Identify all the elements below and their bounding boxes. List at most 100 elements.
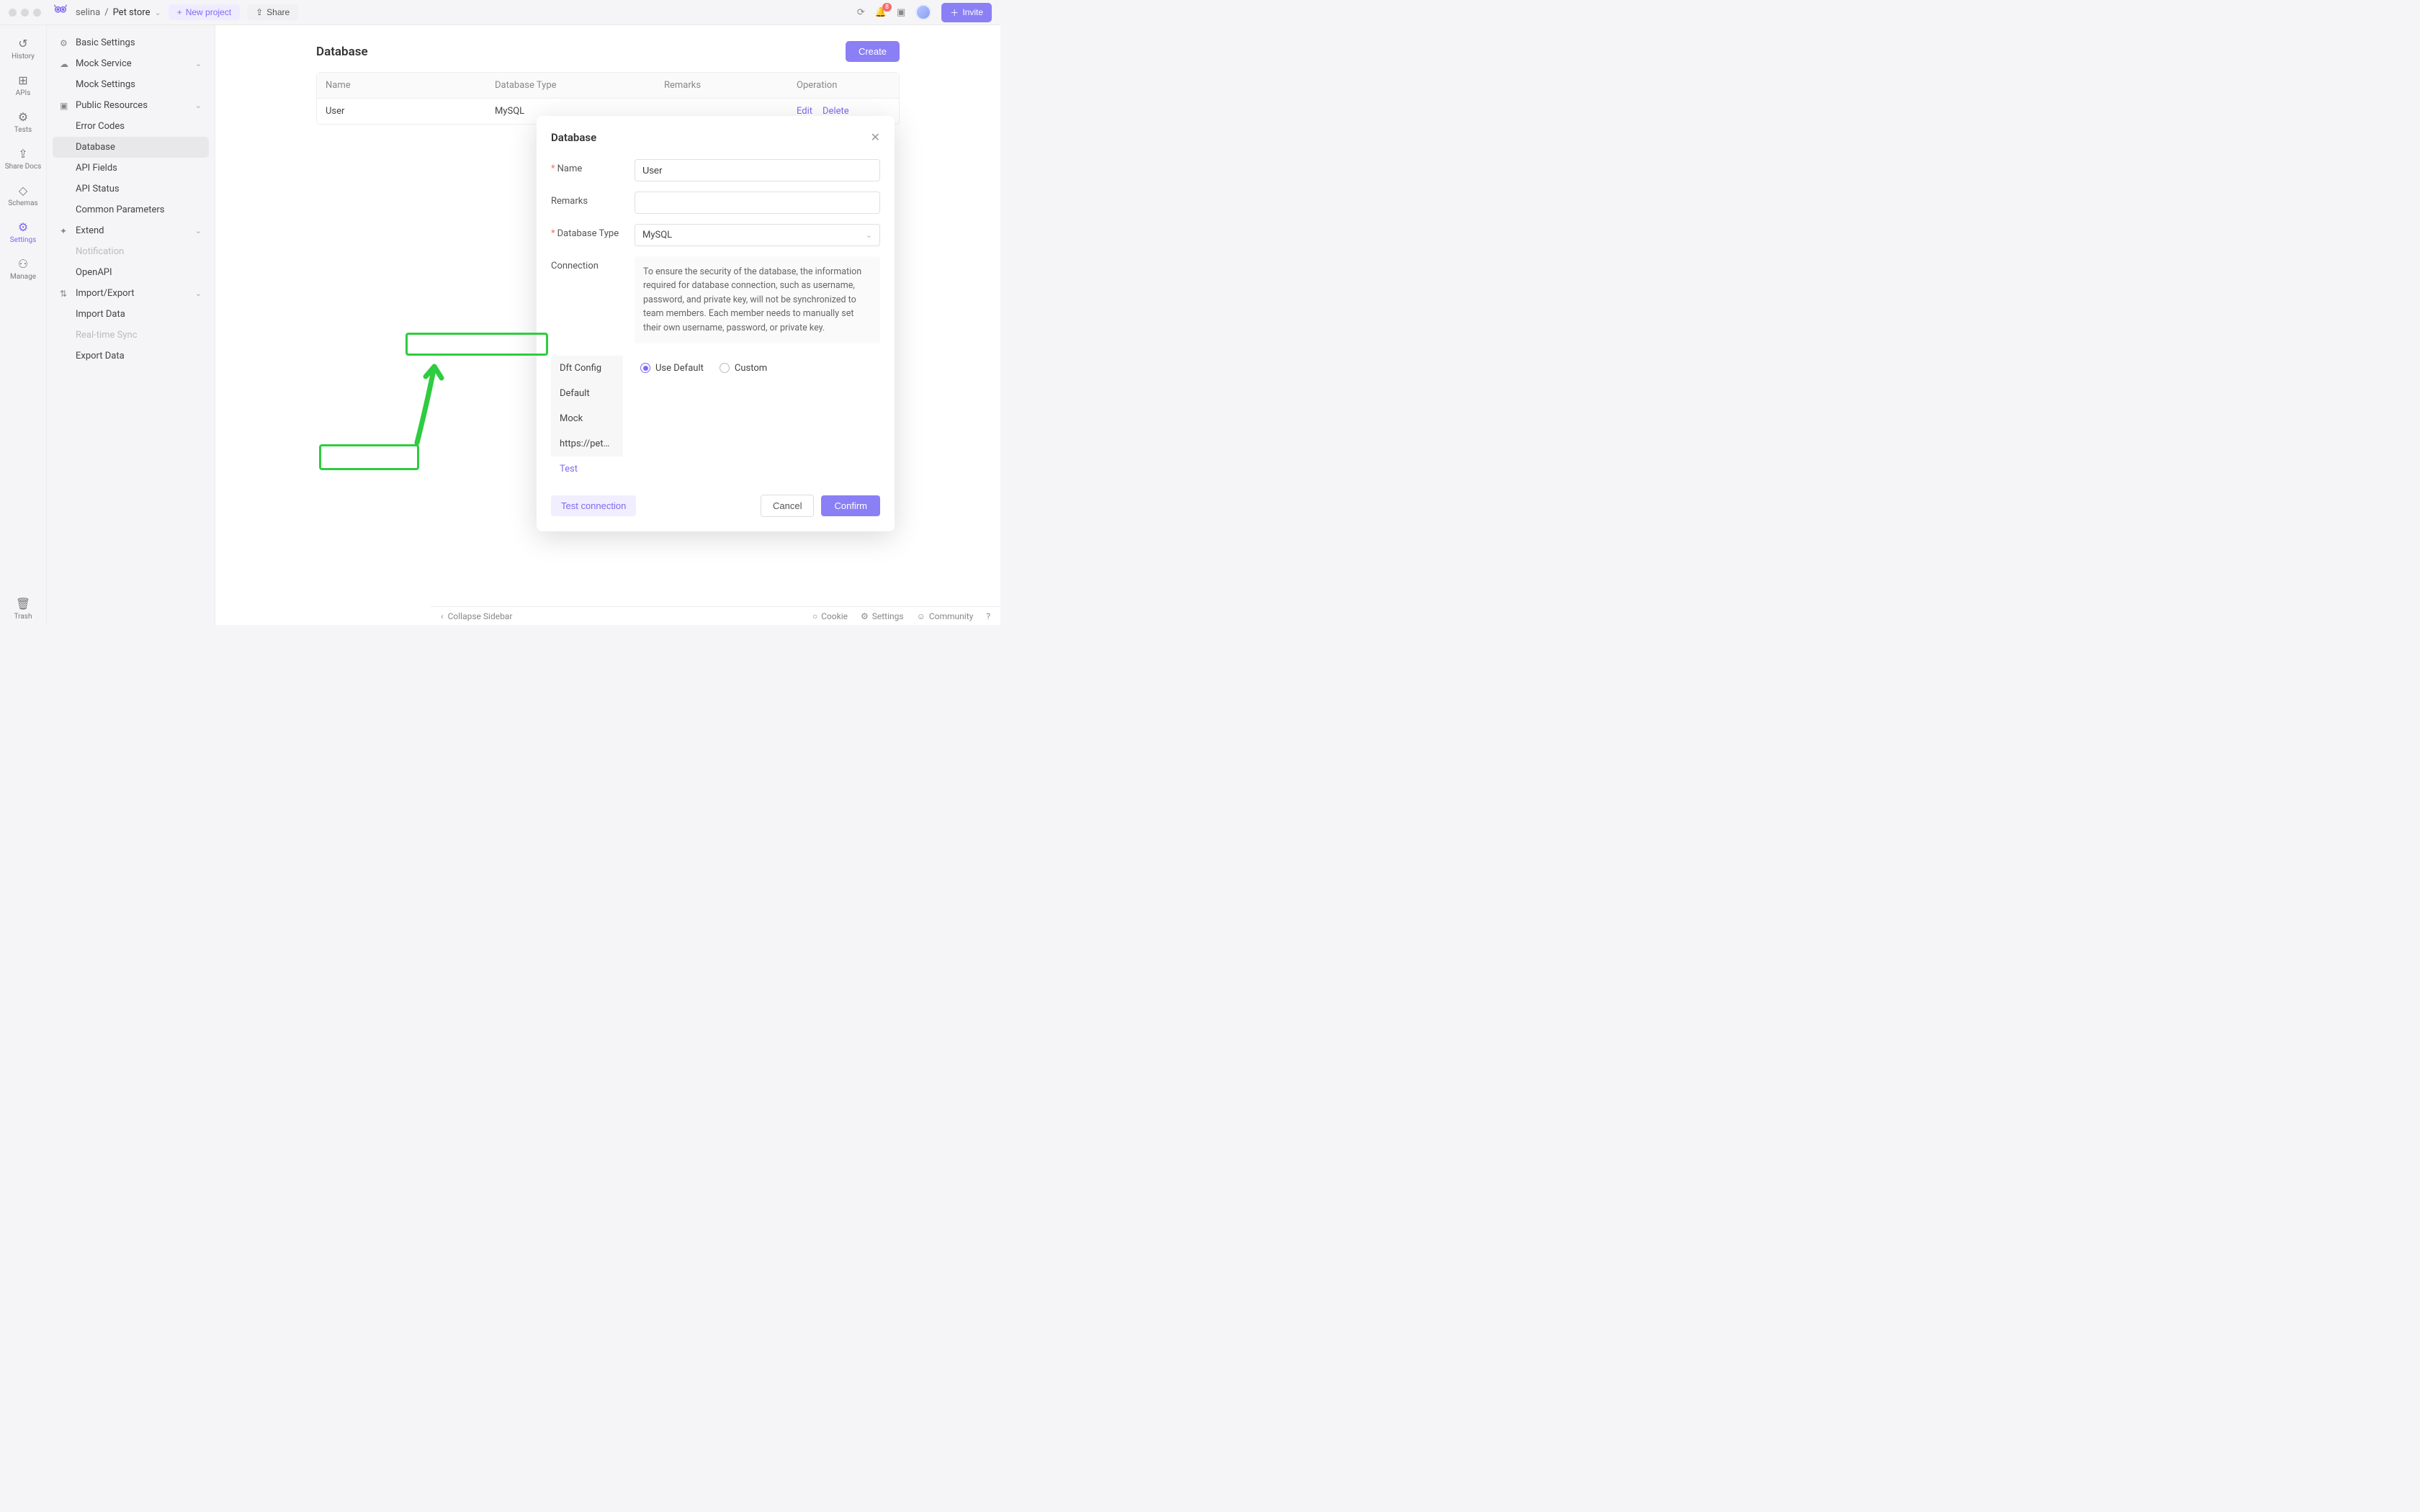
conn-tab-dft[interactable]: Dft Config [551,356,623,381]
edit-link[interactable]: Edit [797,106,812,117]
conn-tab-url[interactable]: https://pet… [551,431,623,456]
conn-tab-test[interactable]: Test [551,456,623,482]
table-header: Name Database Type Remarks Operation [317,73,899,98]
sync-icon[interactable]: ⟳ [857,7,865,18]
radio-icon [720,363,730,373]
left-rail: ↺History ⊞APIs ⚙Tests ⇪Share Docs ◇Schem… [0,25,47,625]
share-button[interactable]: ⇪ Share [247,4,298,20]
traffic-max[interactable] [33,9,41,17]
radio-custom[interactable]: Custom [720,363,767,374]
sidebar-item-mock-settings[interactable]: Mock Settings [53,74,209,95]
dbtype-select[interactable]: MySQL ⌄ [635,224,880,246]
rail-settings[interactable]: ⚙Settings [4,216,42,248]
cookie-icon: ○ [812,611,817,621]
radio-use-default[interactable]: Use Default [640,363,704,374]
bell-icon[interactable]: 🔔8 [875,7,887,18]
invite-button[interactable]: ＋ Invite [941,3,992,22]
cell-type: MySQL [495,106,664,117]
sidebar-item-export-data[interactable]: Export Data [53,346,209,366]
breadcrumb-sep: / [104,7,108,18]
apis-icon: ⊞ [18,73,27,87]
breadcrumb-account[interactable]: selina [76,7,100,18]
tests-icon: ⚙ [18,110,28,124]
share-label: Share [266,7,290,17]
cloud-icon: ☁ [60,59,70,69]
col-operation: Operation [797,80,890,91]
import-icon: ⇅ [60,289,70,299]
chevron-down-icon: ⌄ [866,230,872,240]
sidebar-item-notification: Notification [53,241,209,262]
remarks-input[interactable] [635,192,880,214]
annotation-arrow [403,356,446,450]
col-type: Database Type [495,80,664,91]
sidebar-item-import-export[interactable]: ⇅Import/Export⌄ [53,283,209,304]
sidebar-item-public-resources[interactable]: ▣Public Resources⌄ [53,95,209,116]
conn-tab-default[interactable]: Default [551,381,623,406]
share-icon: ⇪ [256,7,263,17]
rail-schemas[interactable]: ◇Schemas [4,179,42,212]
close-icon[interactable]: ✕ [871,130,880,144]
sidebar-item-common-parameters[interactable]: Common Parameters [53,199,209,220]
create-button[interactable]: Create [846,41,900,62]
rail-manage[interactable]: ⚇Manage [4,253,42,285]
rail-history[interactable]: ↺History [4,32,42,65]
annotation-highlight-test-tab [319,444,419,470]
sharedocs-icon: ⇪ [18,147,27,161]
footer-cookie[interactable]: ○Cookie [812,611,848,621]
traffic-min[interactable] [21,9,29,17]
history-icon: ↺ [18,37,27,50]
collapse-sidebar-button[interactable]: ‹ Collapse Sidebar [441,611,512,621]
avatar[interactable] [915,4,931,20]
label-connection: Connection [551,261,599,271]
chevron-down-icon: ⌄ [195,226,202,235]
sidebar-item-extend[interactable]: ✦Extend⌄ [53,220,209,241]
cube-icon: ▣ [60,101,70,111]
sidebar-item-openapi[interactable]: OpenAPI [53,262,209,283]
connection-radio-group: Use Default Custom [636,360,880,377]
dbtype-value: MySQL [642,230,672,240]
cell-name: User [326,106,495,117]
cancel-button[interactable]: Cancel [761,495,814,517]
new-project-button[interactable]: + New project [169,4,240,20]
rail-sharedocs[interactable]: ⇪Share Docs [4,143,42,175]
col-remarks: Remarks [664,80,797,91]
test-connection-button[interactable]: Test connection [551,495,636,516]
annotation-highlight-radio [405,333,548,356]
delete-link[interactable]: Delete [823,106,849,117]
confirm-button[interactable]: Confirm [821,495,880,516]
rail-tests[interactable]: ⚙Tests [4,106,42,138]
plus-icon: + [177,7,182,17]
conn-tab-mock[interactable]: Mock [551,406,623,431]
modal-title: Database [551,131,596,144]
breadcrumb-project[interactable]: Pet store [113,7,151,18]
footer-settings[interactable]: ⚙Settings [861,611,904,621]
sidebar-item-realtime-sync: Real-time Sync [53,325,209,346]
sidebar-item-import-data[interactable]: Import Data [53,304,209,325]
sidebar-item-api-fields[interactable]: API Fields [53,158,209,179]
notification-badge: 8 [882,3,892,12]
sidebar-item-database[interactable]: Database [53,137,209,158]
help-icon: ? [986,611,990,621]
sidebar-item-basic-settings[interactable]: ⚙Basic Settings [53,32,209,53]
sidebar-item-error-codes[interactable]: Error Codes [53,116,209,137]
rail-trash[interactable]: 🗑Trash [4,593,42,625]
col-name: Name [326,80,495,91]
connection-tabs: Dft Config Default Mock https://pet… Tes… [551,356,623,482]
new-project-label: New project [186,7,231,17]
sidebar-item-api-status[interactable]: API Status [53,179,209,199]
gear-icon: ⚙ [861,611,869,621]
chevron-down-icon[interactable]: ⌄ [154,8,161,17]
footer-help[interactable]: ? [986,611,990,621]
label-remarks: Remarks [551,196,588,207]
name-input[interactable] [635,159,880,181]
footer-community[interactable]: ☺Community [917,611,974,621]
rail-apis[interactable]: ⊞APIs [4,69,42,102]
window-traffic-lights [9,9,41,17]
chevron-down-icon: ⌄ [195,101,202,110]
chevron-down-icon: ⌄ [195,289,202,298]
label-name: Name [557,163,583,174]
panel-icon[interactable]: ▣ [897,7,905,18]
trash-icon: 🗑 [16,597,30,611]
sidebar-item-mock-service[interactable]: ☁Mock Service⌄ [53,53,209,74]
traffic-close[interactable] [9,9,17,17]
